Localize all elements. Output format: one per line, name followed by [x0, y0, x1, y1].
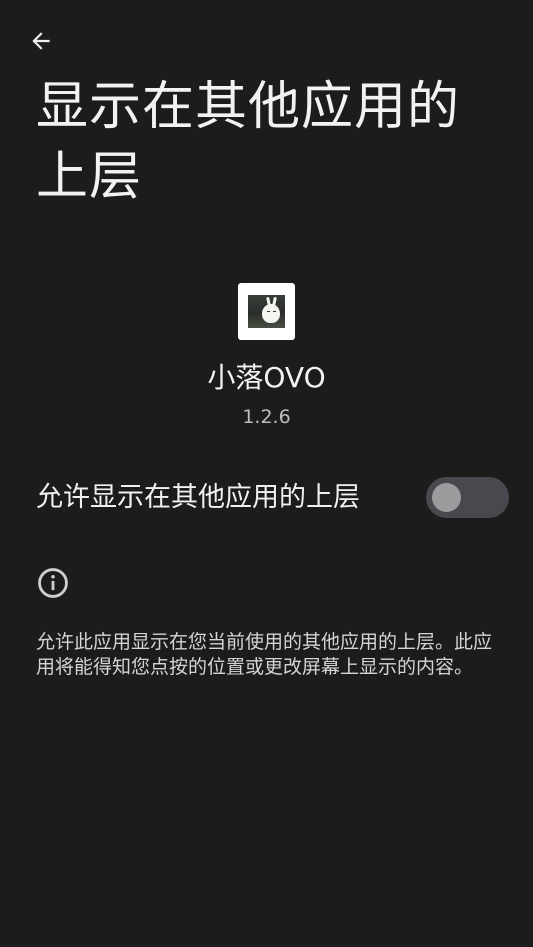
permission-description: 允许此应用显示在您当前使用的其他应用的上层。此应用将能得知您点按的位置或更改屏幕…	[36, 631, 493, 678]
switch-thumb	[432, 483, 461, 512]
info-icon	[38, 568, 68, 598]
bunny-icon	[248, 295, 285, 328]
app-version: 1.2.6	[242, 406, 291, 428]
app-icon	[238, 283, 295, 340]
app-name: 小落OVO	[207, 361, 326, 394]
back-button[interactable]	[22, 22, 60, 60]
arrow-back-icon	[32, 32, 50, 50]
permission-toggle-row[interactable]: 允许显示在其他应用的上层	[0, 470, 533, 526]
permission-label: 允许显示在其他应用的上层	[36, 482, 360, 513]
permission-switch[interactable]	[426, 477, 509, 518]
page-title: 显示在其他应用的上层	[36, 77, 461, 207]
